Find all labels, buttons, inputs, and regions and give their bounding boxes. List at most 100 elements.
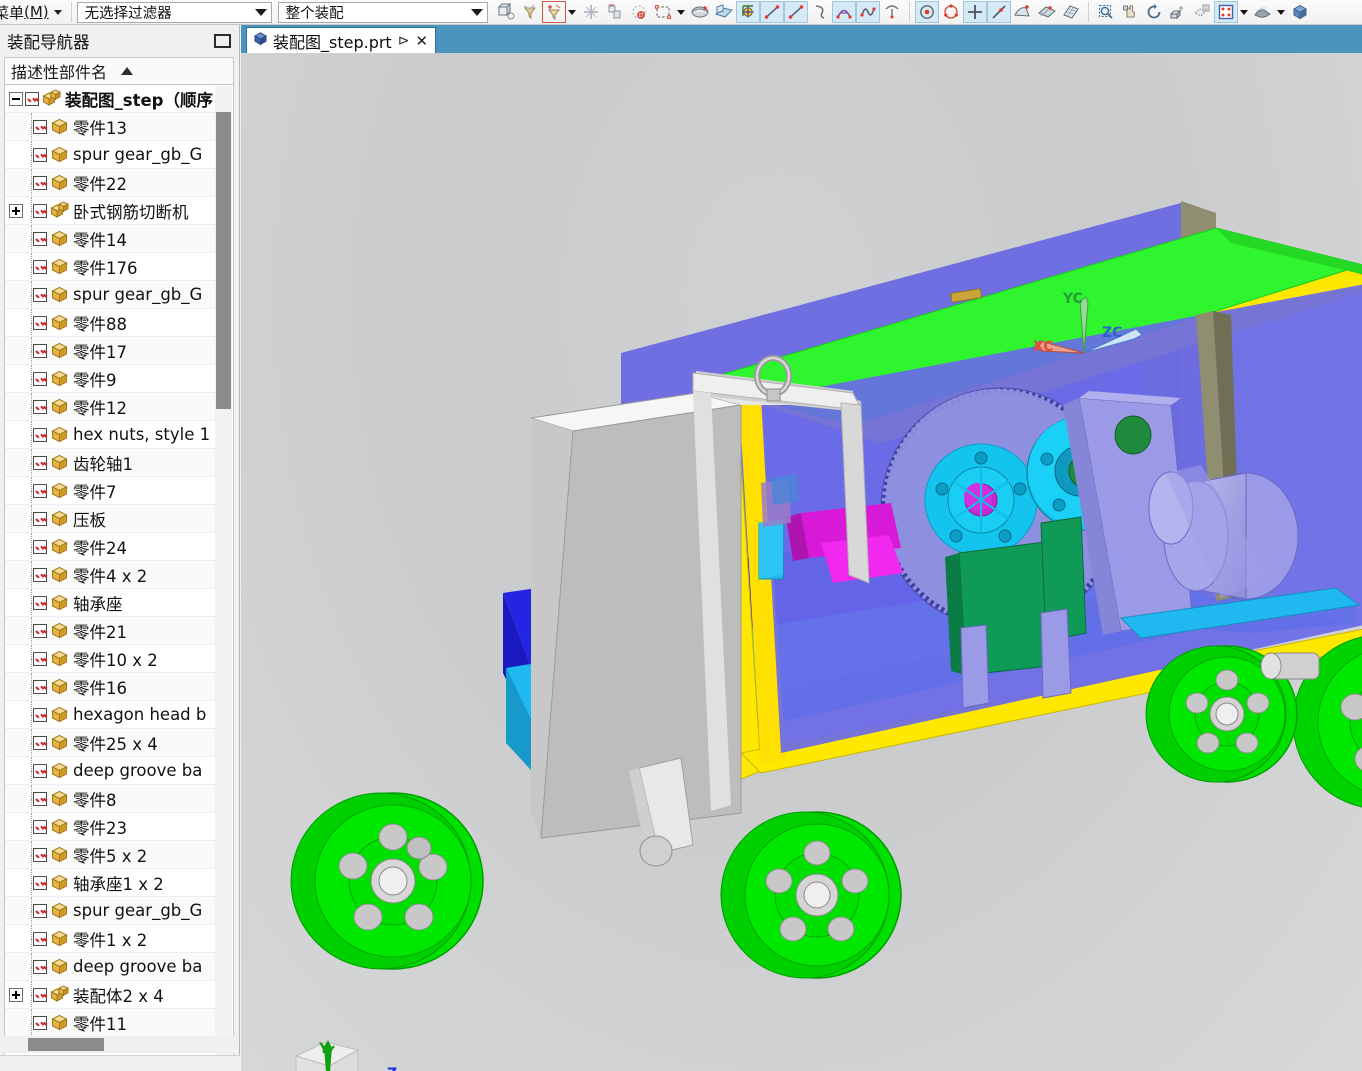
- visibility-checkbox[interactable]: [33, 259, 47, 274]
- visibility-checkbox[interactable]: [33, 539, 47, 554]
- render-style-icon[interactable]: [1213, 1, 1238, 23]
- tree-row[interactable]: 齿轮轴1: [5, 449, 215, 477]
- tree-row[interactable]: deep groove ba: [5, 757, 215, 785]
- tree-horizontal-scrollbar[interactable]: [4, 1036, 234, 1053]
- tree-row[interactable]: 零件22: [5, 169, 215, 197]
- tree-row[interactable]: 装配体2 x 4: [5, 981, 215, 1009]
- snap-point-icon[interactable]: [579, 1, 603, 23]
- visibility-checkbox[interactable]: [25, 91, 39, 106]
- line-2-icon[interactable]: [783, 1, 808, 23]
- tree-row[interactable]: 零件17: [5, 337, 215, 365]
- visibility-checkbox[interactable]: [33, 175, 47, 190]
- tree-row[interactable]: 零件1 x 2: [5, 925, 215, 953]
- chevron-down-icon[interactable]: [1238, 1, 1251, 23]
- tree-row[interactable]: 零件9: [5, 365, 215, 393]
- chevron-down-icon[interactable]: [675, 1, 688, 23]
- visibility-checkbox[interactable]: [33, 567, 47, 582]
- visibility-checkbox[interactable]: [33, 455, 47, 470]
- perspective-icon[interactable]: [1166, 1, 1190, 23]
- document-tab[interactable]: 装配图_step.prt ⊳ ✕: [246, 27, 437, 53]
- pan-hand-icon[interactable]: [1118, 1, 1142, 23]
- helix-icon[interactable]: [880, 1, 904, 23]
- visibility-checkbox[interactable]: [33, 987, 47, 1002]
- tree-row[interactable]: 零件10 x 2: [5, 645, 215, 673]
- visibility-checkbox[interactable]: [33, 147, 47, 162]
- visibility-checkbox[interactable]: [33, 931, 47, 946]
- arc-spline-icon[interactable]: [808, 1, 832, 23]
- selection-scope-combo[interactable]: 整个装配: [277, 1, 488, 23]
- tree-row[interactable]: spur gear_gb_G: [5, 141, 215, 169]
- visibility-checkbox[interactable]: [33, 427, 47, 442]
- assembly-constraint-icon[interactable]: [494, 1, 518, 23]
- tree-row[interactable]: 零件23: [5, 813, 215, 841]
- tree-row[interactable]: 零件7: [5, 477, 215, 505]
- visibility-checkbox[interactable]: [33, 903, 47, 918]
- tree-row[interactable]: hex nuts, style 1: [5, 421, 215, 449]
- expander-toggle[interactable]: [9, 203, 23, 218]
- visibility-checkbox[interactable]: [33, 791, 47, 806]
- visibility-checkbox[interactable]: [33, 595, 47, 610]
- line-point-icon[interactable]: [986, 1, 1011, 23]
- expander-toggle[interactable]: [9, 987, 23, 1002]
- tree-row[interactable]: 轴承座: [5, 589, 215, 617]
- point-dialog-icon[interactable]: [735, 1, 760, 23]
- tree-row-root[interactable]: 装配图_step（顺序: [5, 85, 215, 113]
- tree-row[interactable]: 零件24: [5, 533, 215, 561]
- surface-edge-icon[interactable]: [1011, 1, 1035, 23]
- visibility-checkbox[interactable]: [33, 679, 47, 694]
- visibility-checkbox[interactable]: [33, 875, 47, 890]
- rectangle-select-icon[interactable]: [651, 1, 675, 23]
- 3d-viewport[interactable]: XC YC ZC X Y Z: [241, 53, 1362, 1071]
- zoom-window-icon[interactable]: [1094, 1, 1118, 23]
- visibility-checkbox[interactable]: [33, 1015, 47, 1030]
- shaded-edges-icon[interactable]: [1251, 1, 1275, 23]
- visibility-checkbox[interactable]: [33, 203, 47, 218]
- tree-row[interactable]: 零件11: [5, 1009, 215, 1037]
- tree-row[interactable]: 零件14: [5, 225, 215, 253]
- tree-row[interactable]: 零件88: [5, 309, 215, 337]
- tree-row[interactable]: spur gear_gb_G: [5, 897, 215, 925]
- tree-row[interactable]: 零件8: [5, 785, 215, 813]
- tree-row[interactable]: 轴承座1 x 2: [5, 869, 215, 897]
- selection-filter-combo[interactable]: 无选择过滤器: [76, 1, 272, 23]
- scrollbar-thumb[interactable]: [28, 1038, 104, 1051]
- tree-row[interactable]: spur gear_gb_G: [5, 281, 215, 309]
- filter-highlight-icon[interactable]: [541, 1, 566, 23]
- visibility-checkbox[interactable]: [33, 287, 47, 302]
- visibility-checkbox[interactable]: [33, 343, 47, 358]
- visibility-checkbox[interactable]: [33, 819, 47, 834]
- tree-row[interactable]: 零件4 x 2: [5, 561, 215, 589]
- mesh-face-icon[interactable]: [1059, 1, 1083, 23]
- visibility-checkbox[interactable]: [33, 651, 47, 666]
- tree-row[interactable]: hexagon head b: [5, 701, 215, 729]
- tree-column-header[interactable]: 描述性部件名: [4, 57, 234, 85]
- tree-row[interactable]: 零件16: [5, 673, 215, 701]
- close-icon[interactable]: ✕: [415, 32, 428, 50]
- visibility-checkbox[interactable]: [33, 231, 47, 246]
- visibility-checkbox[interactable]: [33, 735, 47, 750]
- visibility-checkbox[interactable]: [33, 847, 47, 862]
- solid-cube-icon[interactable]: [1288, 1, 1312, 23]
- expander-toggle[interactable]: [9, 91, 23, 106]
- visibility-checkbox[interactable]: [33, 623, 47, 638]
- tree-row[interactable]: 零件176: [5, 253, 215, 281]
- layer-settings-icon[interactable]: [1190, 1, 1214, 23]
- tree-row[interactable]: 零件13: [5, 113, 215, 141]
- window-restore-icon[interactable]: [214, 34, 231, 48]
- visibility-checkbox[interactable]: [33, 119, 47, 134]
- visibility-checkbox[interactable]: [33, 483, 47, 498]
- circle-center-icon[interactable]: [914, 1, 939, 23]
- visibility-checkbox[interactable]: [33, 371, 47, 386]
- visibility-checkbox[interactable]: [33, 707, 47, 722]
- tree-vertical-scrollbar[interactable]: [215, 86, 232, 1066]
- curve-a-icon[interactable]: [831, 1, 856, 23]
- menu-button[interactable]: 菜单 (M): [0, 1, 66, 24]
- face-select-icon[interactable]: [1035, 1, 1059, 23]
- visibility-checkbox[interactable]: [33, 763, 47, 778]
- tree-row[interactable]: 零件12: [5, 393, 215, 421]
- point-cross-icon[interactable]: [962, 1, 987, 23]
- shaded-body-icon[interactable]: [688, 1, 712, 23]
- feature-group-icon[interactable]: [603, 1, 627, 23]
- visibility-checkbox[interactable]: [33, 399, 47, 414]
- tree-row[interactable]: 压板: [5, 505, 215, 533]
